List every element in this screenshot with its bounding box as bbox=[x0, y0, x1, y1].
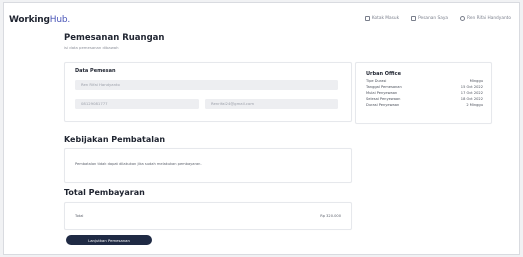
info-label: Selesai Penyewaan bbox=[366, 97, 401, 101]
page-subtitle: isi data pemesanan dibawah bbox=[64, 45, 119, 50]
info-value: Minggu bbox=[469, 79, 483, 83]
logo-text-working: Working bbox=[9, 15, 50, 25]
policy-card: Pembatalan tidak dapat dilakukan jika su… bbox=[64, 148, 352, 183]
nav-inbox-label: Kotak Masuk bbox=[371, 16, 400, 21]
top-navbar: WorkingHub. Kotak Masuk Pesanan Saya Ren… bbox=[4, 3, 519, 33]
user-icon bbox=[460, 16, 466, 21]
continue-booking-button[interactable]: Lanjutkan Pemesanan bbox=[66, 235, 152, 245]
payment-title: Total Pembayaran bbox=[64, 188, 145, 197]
info-value: 17 Oct 2022 bbox=[460, 91, 483, 95]
info-label: Tanggal Pemesanan bbox=[366, 85, 402, 89]
nav-links: Kotak Masuk Pesanan Saya Ren Rifai Handy… bbox=[364, 16, 511, 21]
booker-data-card: Data Pemesan Ren Rifai Handyanto 0812908… bbox=[64, 62, 352, 122]
info-row-rental-duration: Durasi Penyewaan 2 Minggu bbox=[366, 103, 483, 107]
logo[interactable]: WorkingHub. bbox=[9, 15, 70, 25]
info-row-duration-type: Tipe Durasi Minggu bbox=[366, 79, 483, 83]
name-field[interactable]: Ren Rifai Handyanto bbox=[75, 80, 338, 90]
nav-user[interactable]: Ren Rifai Handyanto bbox=[460, 16, 511, 21]
inbox-icon bbox=[364, 16, 370, 21]
total-value: Rp 320.000 bbox=[320, 214, 341, 218]
payment-card: Total Rp 320.000 bbox=[64, 202, 352, 230]
page-title: Pemesanan Ruangan bbox=[64, 33, 165, 43]
policy-text: Pembatalan tidak dapat dilakukan jika su… bbox=[75, 162, 202, 166]
info-value: 18 Oct 2022 bbox=[460, 97, 483, 101]
email-field[interactable]: Renrifai24@gmail.com bbox=[205, 99, 338, 109]
phone-field[interactable]: 08129081777 bbox=[75, 99, 199, 109]
info-value: 15 Oct 2022 bbox=[460, 85, 483, 89]
info-label: Mulai Penyewaan bbox=[366, 91, 398, 95]
info-row-booking-date: Tanggal Pemesanan 15 Oct 2022 bbox=[366, 85, 483, 89]
total-label: Total bbox=[75, 214, 84, 218]
office-summary-card: Urban Office Tipe Durasi Minggu Tanggal … bbox=[355, 62, 492, 124]
booker-data-heading: Data Pemesan bbox=[75, 68, 116, 74]
info-row-start-date: Mulai Penyewaan 17 Oct 2022 bbox=[366, 91, 483, 95]
nav-user-label: Ren Rifai Handyanto bbox=[467, 16, 511, 21]
policy-title: Kebijakan Pembatalan bbox=[64, 135, 166, 144]
nav-my-bookings[interactable]: Pesanan Saya bbox=[411, 16, 448, 21]
nav-inbox[interactable]: Kotak Masuk bbox=[364, 16, 400, 21]
office-name: Urban Office bbox=[366, 71, 401, 77]
info-value: 2 Minggu bbox=[466, 103, 483, 107]
info-label: Durasi Penyewaan bbox=[366, 103, 400, 107]
info-row-end-date: Selesai Penyewaan 18 Oct 2022 bbox=[366, 97, 483, 101]
info-label: Tipe Durasi bbox=[366, 79, 387, 83]
nav-bookings-label: Pesanan Saya bbox=[418, 16, 449, 21]
document-icon bbox=[411, 16, 417, 21]
logo-text-hub: Hub. bbox=[49, 15, 70, 25]
